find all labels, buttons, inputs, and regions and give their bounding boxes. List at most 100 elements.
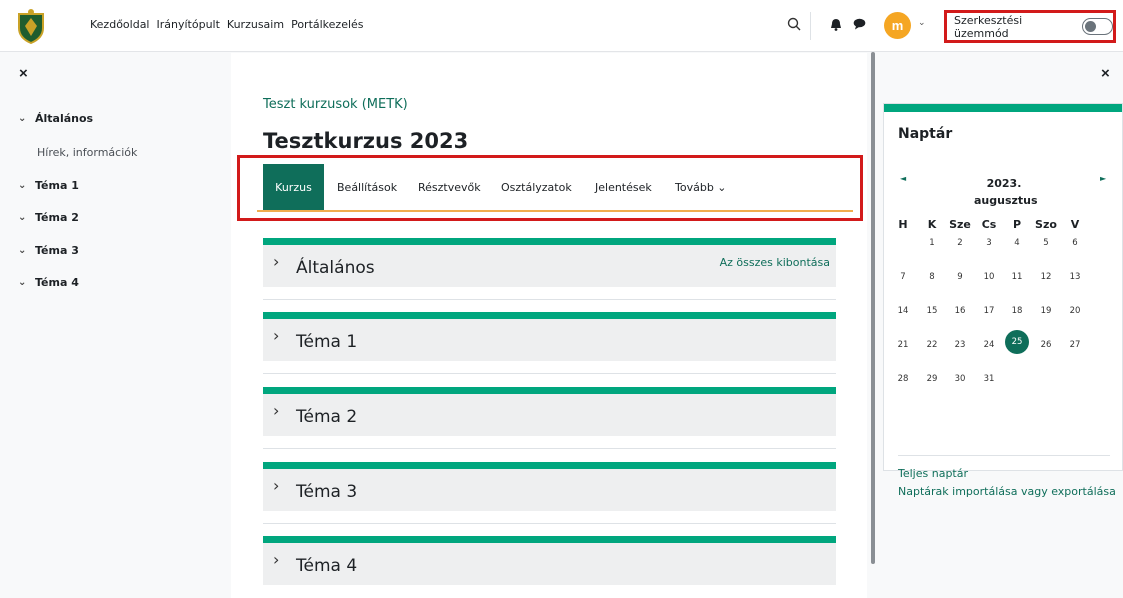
weekday-header: Szo: [1035, 218, 1057, 231]
chat-icon[interactable]: [849, 14, 869, 34]
course-index-label: Téma 2: [35, 211, 79, 224]
calendar-day[interactable]: 18: [1005, 306, 1029, 316]
calendar-day[interactable]: 17: [977, 306, 1001, 316]
calendar-day[interactable]: 23: [948, 340, 972, 350]
section-accent-bar: [263, 312, 836, 319]
calendar-day[interactable]: 26: [1034, 340, 1058, 350]
avatar-initials: m: [891, 18, 904, 33]
calendar-day[interactable]: 7: [891, 272, 915, 282]
calendar-day[interactable]: 14: [891, 306, 915, 316]
chevron-right-icon[interactable]: ›: [273, 326, 279, 345]
calendar-day[interactable]: 30: [948, 374, 972, 384]
next-month-icon[interactable]: ►: [1100, 174, 1106, 183]
section-title[interactable]: Általános: [296, 258, 375, 278]
search-icon[interactable]: [784, 14, 804, 34]
user-avatar[interactable]: m: [884, 12, 911, 39]
calendar-day[interactable]: 19: [1034, 306, 1058, 316]
chevron-down-icon: ⌄: [18, 113, 27, 124]
breadcrumb[interactable]: Teszt kurzusok (METK): [263, 97, 408, 112]
calendar-day[interactable]: 10: [977, 272, 1001, 282]
tab-label: Tovább: [675, 181, 714, 194]
full-calendar-link[interactable]: Teljes naptár: [898, 467, 968, 480]
tab-settings[interactable]: Beállítások: [337, 181, 397, 194]
chevron-down-icon: ⌄: [18, 245, 27, 256]
chevron-down-icon: ⌄: [18, 277, 27, 288]
block-accent-bar: [884, 104, 1122, 112]
course-index-label: Téma 3: [35, 244, 79, 257]
tabs-underline: [257, 210, 853, 212]
section-accent-bar: [263, 238, 836, 245]
calendar-day[interactable]: 29: [920, 374, 944, 384]
calendar-day[interactable]: 9: [948, 272, 972, 282]
calendar-day[interactable]: 27: [1063, 340, 1087, 350]
university-logo[interactable]: [15, 8, 47, 44]
calendar-month: augusztus: [974, 194, 1038, 207]
calendar-day[interactable]: 4: [1005, 238, 1029, 248]
course-index-item-general[interactable]: ⌄ Általános: [18, 112, 93, 125]
chevron-down-icon[interactable]: ⌄: [918, 18, 926, 28]
calendar-title: Naptár: [898, 126, 953, 142]
course-index-item-news[interactable]: Hírek, információk: [37, 146, 137, 159]
close-icon[interactable]: ×: [1101, 65, 1110, 82]
calendar-block: Naptár ◄ ► 2023. augusztus H K Sze Cs P Szo V 1…: [883, 103, 1123, 498]
chevron-right-icon[interactable]: ›: [273, 401, 279, 420]
calendar-day[interactable]: 2: [948, 238, 972, 248]
chevron-right-icon[interactable]: ›: [273, 252, 279, 271]
nav-link-home[interactable]: Kezdőoldal: [90, 18, 150, 31]
calendar-day[interactable]: 28: [891, 374, 915, 384]
calendar-day[interactable]: 31: [977, 374, 1001, 384]
calendar-day[interactable]: 1: [920, 238, 944, 248]
calendar-day[interactable]: 20: [1063, 306, 1087, 316]
import-export-calendars-link[interactable]: Naptárak importálása vagy exportálása: [898, 485, 1116, 498]
section-title[interactable]: Téma 3: [296, 482, 357, 502]
calendar-day[interactable]: 13: [1063, 272, 1087, 282]
weekday-header: K: [927, 218, 937, 231]
section-title[interactable]: Téma 2: [296, 407, 357, 427]
section-title[interactable]: Téma 1: [296, 332, 357, 352]
edit-mode-label: Szerkesztési üzemmód: [954, 13, 1023, 40]
calendar-day[interactable]: 3: [977, 238, 1001, 248]
nav-link-site-admin[interactable]: Portálkezelés: [291, 18, 363, 31]
chevron-right-icon[interactable]: ›: [273, 476, 279, 495]
course-index-label: Téma 1: [35, 179, 79, 192]
calendar-day[interactable]: 15: [920, 306, 944, 316]
calendar-day[interactable]: 8: [920, 272, 944, 282]
tab-more[interactable]: Tovább ⌄: [675, 181, 727, 194]
calendar-day[interactable]: 5: [1034, 238, 1058, 248]
chevron-down-icon: ⌄: [18, 180, 27, 191]
section-accent-bar: [263, 536, 836, 543]
tab-grades[interactable]: Osztályzatok: [501, 181, 572, 194]
section-title[interactable]: Téma 4: [296, 556, 357, 576]
calendar-day[interactable]: 22: [920, 340, 944, 350]
nav-link-my-courses[interactable]: Kurzusaim: [227, 18, 284, 31]
weekday-header: H: [898, 218, 908, 231]
previous-month-icon[interactable]: ◄: [900, 174, 906, 183]
chevron-right-icon[interactable]: ›: [273, 550, 279, 569]
expand-all-link[interactable]: Az összes kibontása: [720, 256, 830, 269]
calendar-day[interactable]: 16: [948, 306, 972, 316]
tab-reports[interactable]: Jelentések: [595, 181, 652, 194]
calendar-day[interactable]: 11: [1005, 272, 1029, 282]
course-index-item-topic-1[interactable]: ⌄ Téma 1: [18, 179, 79, 192]
calendar-day[interactable]: 24: [977, 340, 1001, 350]
course-index-item-topic-4[interactable]: ⌄ Téma 4: [18, 276, 79, 289]
calendar-day[interactable]: 12: [1034, 272, 1058, 282]
course-section-topic-1: › Téma 1: [263, 312, 836, 361]
nav-link-dashboard[interactable]: Irányítópult: [157, 18, 220, 31]
bell-icon[interactable]: [826, 14, 846, 34]
top-navbar: Kezdőoldal Irányítópult Kurzusaim Portál…: [0, 0, 1123, 52]
weekday-header: Sze: [949, 218, 971, 231]
course-section-topic-4: › Téma 4: [263, 536, 836, 585]
weekday-header: P: [1012, 218, 1022, 231]
edit-mode-highlight: Szerkesztési üzemmód: [944, 10, 1116, 43]
course-index-item-topic-3[interactable]: ⌄ Téma 3: [18, 244, 79, 257]
calendar-day[interactable]: 6: [1063, 238, 1087, 248]
edit-mode-toggle[interactable]: [1081, 18, 1113, 35]
tab-course[interactable]: Kurzus: [263, 164, 324, 211]
calendar-day[interactable]: 21: [891, 340, 915, 350]
calendar-day-today[interactable]: 25: [1005, 337, 1029, 347]
chevron-down-icon: ⌄: [18, 212, 27, 223]
course-index-item-topic-2[interactable]: ⌄ Téma 2: [18, 211, 79, 224]
close-icon[interactable]: ×: [19, 65, 28, 82]
tab-participants[interactable]: Résztvevők: [418, 181, 481, 194]
